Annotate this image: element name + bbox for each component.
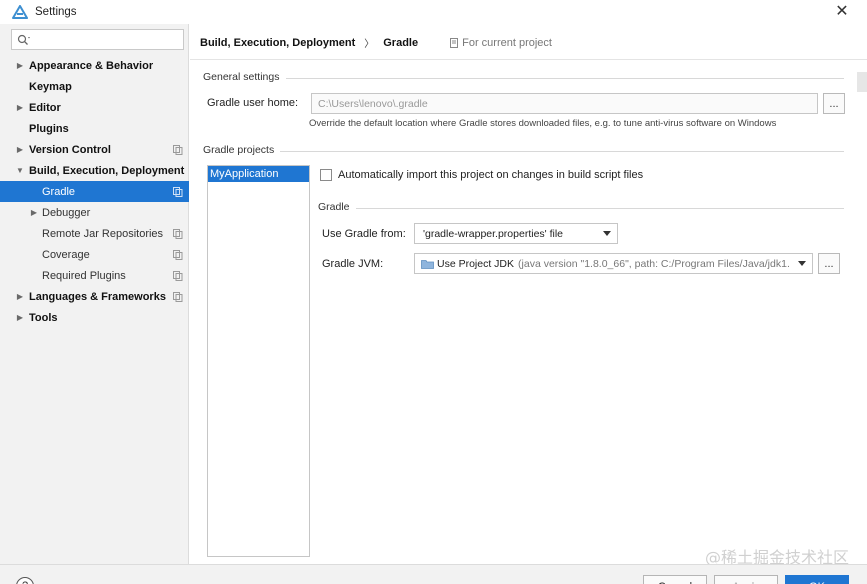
project-scope-icon [173, 270, 183, 281]
gradle-jvm-value: Use Project JDK [437, 257, 515, 270]
tree-item-label: Gradle [42, 185, 76, 198]
search-input[interactable] [35, 33, 175, 46]
chevron-right-icon[interactable]: ▶ [16, 61, 24, 71]
tree-item-label: Debugger [42, 206, 91, 219]
use-gradle-from-value: 'gradle-wrapper.properties' file [423, 227, 563, 240]
chevron-right-icon[interactable]: ▶ [16, 292, 24, 302]
title-bar: Settings ✕ [0, 0, 867, 24]
tree-item-required-plugins[interactable]: Required Plugins [0, 265, 189, 286]
gradle-jvm-browse-button[interactable]: ... [818, 253, 840, 274]
gradle-jvm-select[interactable]: Use Project JDK (java version "1.8.0_66"… [414, 253, 813, 274]
tree-item-label: Build, Execution, Deployment [29, 164, 185, 177]
project-scope-icon [173, 186, 183, 197]
tree-item-coverage[interactable]: Coverage [0, 244, 189, 265]
tree-item-remote-jar-repositories[interactable]: Remote Jar Repositories [0, 223, 189, 244]
chevron-right-icon[interactable]: ▶ [16, 145, 24, 155]
scope-label: For current project [462, 36, 552, 49]
auto-import-row[interactable]: Automatically import this project on cha… [320, 169, 643, 181]
tree-item-label: Appearance & Behavior [29, 59, 154, 72]
gradle-user-home-hint: Override the default location where Grad… [309, 118, 777, 129]
gradle-project-list[interactable]: MyApplication [207, 165, 310, 557]
gradle-jvm-detail: (java version "1.8.0_66", path: C:/Progr… [518, 257, 790, 270]
tree-item-tools[interactable]: ▶ Tools [0, 307, 189, 328]
tree-item-debugger[interactable]: ▶ Debugger [0, 202, 189, 223]
gradle-user-home-value: C:\Users\lenovo\.gradle [318, 97, 428, 110]
help-icon[interactable]: ? [16, 577, 34, 584]
gradle-user-home-label: Gradle user home: [207, 97, 299, 109]
settings-sidebar: ▶ Appearance & Behavior Keymap ▶ Editor Plugi… [0, 24, 189, 564]
gradle-user-home-browse-button[interactable]: ... [823, 93, 845, 114]
gradle-section-divider [356, 208, 844, 209]
settings-tree: ▶ Appearance & Behavior Keymap ▶ Editor Plugi… [0, 55, 189, 328]
chevron-down-icon[interactable]: ▼ [16, 166, 24, 176]
tree-item-editor[interactable]: ▶ Editor [0, 97, 189, 118]
close-icon[interactable]: ✕ [833, 3, 851, 21]
cancel-button[interactable]: Cancel [643, 575, 707, 584]
tree-item-label: Coverage [42, 248, 90, 261]
breadcrumb-current: Gradle [383, 36, 419, 49]
breadcrumb-separator: 〉 [364, 39, 375, 50]
tree-item-label: Languages & Frameworks [29, 290, 166, 303]
gradle-projects-title: Gradle projects [203, 144, 275, 156]
gradle-projects-divider [280, 151, 844, 152]
settings-content: Build, Execution, Deployment 〉 Gradle Fo… [190, 24, 867, 564]
chevron-right-icon[interactable]: ▶ [30, 208, 38, 218]
chevron-down-icon [603, 231, 611, 236]
window-title: Settings [35, 6, 77, 18]
breadcrumb: Build, Execution, Deployment 〉 Gradle Fo… [200, 35, 552, 51]
tree-item-keymap[interactable]: Keymap [0, 76, 189, 97]
apply-button[interactable]: Apply [714, 575, 778, 584]
project-scope-icon [173, 228, 183, 239]
tree-item-build-execution-deployment[interactable]: ▼ Build, Execution, Deployment [0, 160, 189, 181]
auto-import-checkbox[interactable] [320, 169, 332, 181]
tree-item-label: Required Plugins [42, 269, 126, 282]
tree-item-label: Remote Jar Repositories [42, 227, 164, 240]
tree-item-label: Version Control [29, 143, 111, 156]
general-settings-divider [286, 78, 844, 79]
tree-item-languages-frameworks[interactable]: ▶ Languages & Frameworks [0, 286, 189, 307]
gradle-user-home-field[interactable]: C:\Users\lenovo\.gradle [311, 93, 818, 114]
breadcrumb-parent[interactable]: Build, Execution, Deployment [200, 37, 355, 49]
project-scope-icon [173, 144, 183, 155]
tree-item-appearance-behavior[interactable]: ▶ Appearance & Behavior [0, 55, 189, 76]
chevron-right-icon[interactable]: ▶ [16, 313, 24, 323]
scope-indicator: For current project [450, 37, 552, 49]
tree-item-label: Tools [29, 311, 58, 324]
search-icon [17, 33, 33, 47]
chevron-down-icon [798, 261, 806, 266]
tree-item-gradle[interactable]: Gradle [0, 181, 189, 202]
use-gradle-from-select[interactable]: 'gradle-wrapper.properties' file [414, 223, 618, 244]
chevron-right-icon[interactable]: ▶ [16, 103, 24, 113]
tree-item-label: Editor [29, 101, 61, 114]
scrollbar[interactable] [857, 72, 867, 92]
project-scope-icon [173, 291, 183, 302]
settings-search[interactable] [11, 29, 184, 50]
dialog-footer: ? Cancel Apply OK [0, 564, 867, 584]
project-scope-icon [173, 249, 183, 260]
tree-item-label: Plugins [29, 122, 69, 135]
general-settings-title: General settings [203, 71, 280, 83]
ok-button[interactable]: OK [785, 575, 849, 584]
gradle-section-title: Gradle [318, 201, 350, 213]
project-item-myapplication[interactable]: MyApplication [208, 166, 309, 182]
header-divider [190, 59, 867, 60]
use-gradle-from-label: Use Gradle from: [322, 228, 406, 240]
tree-item-label: Keymap [29, 80, 72, 93]
android-studio-icon [12, 5, 28, 19]
project-scope-icon [450, 37, 459, 48]
tree-item-version-control[interactable]: ▶ Version Control [0, 139, 189, 160]
folder-icon [421, 259, 434, 269]
tree-item-plugins[interactable]: Plugins [0, 118, 189, 139]
gradle-jvm-label: Gradle JVM: [322, 258, 384, 270]
auto-import-label[interactable]: Automatically import this project on cha… [338, 169, 643, 181]
